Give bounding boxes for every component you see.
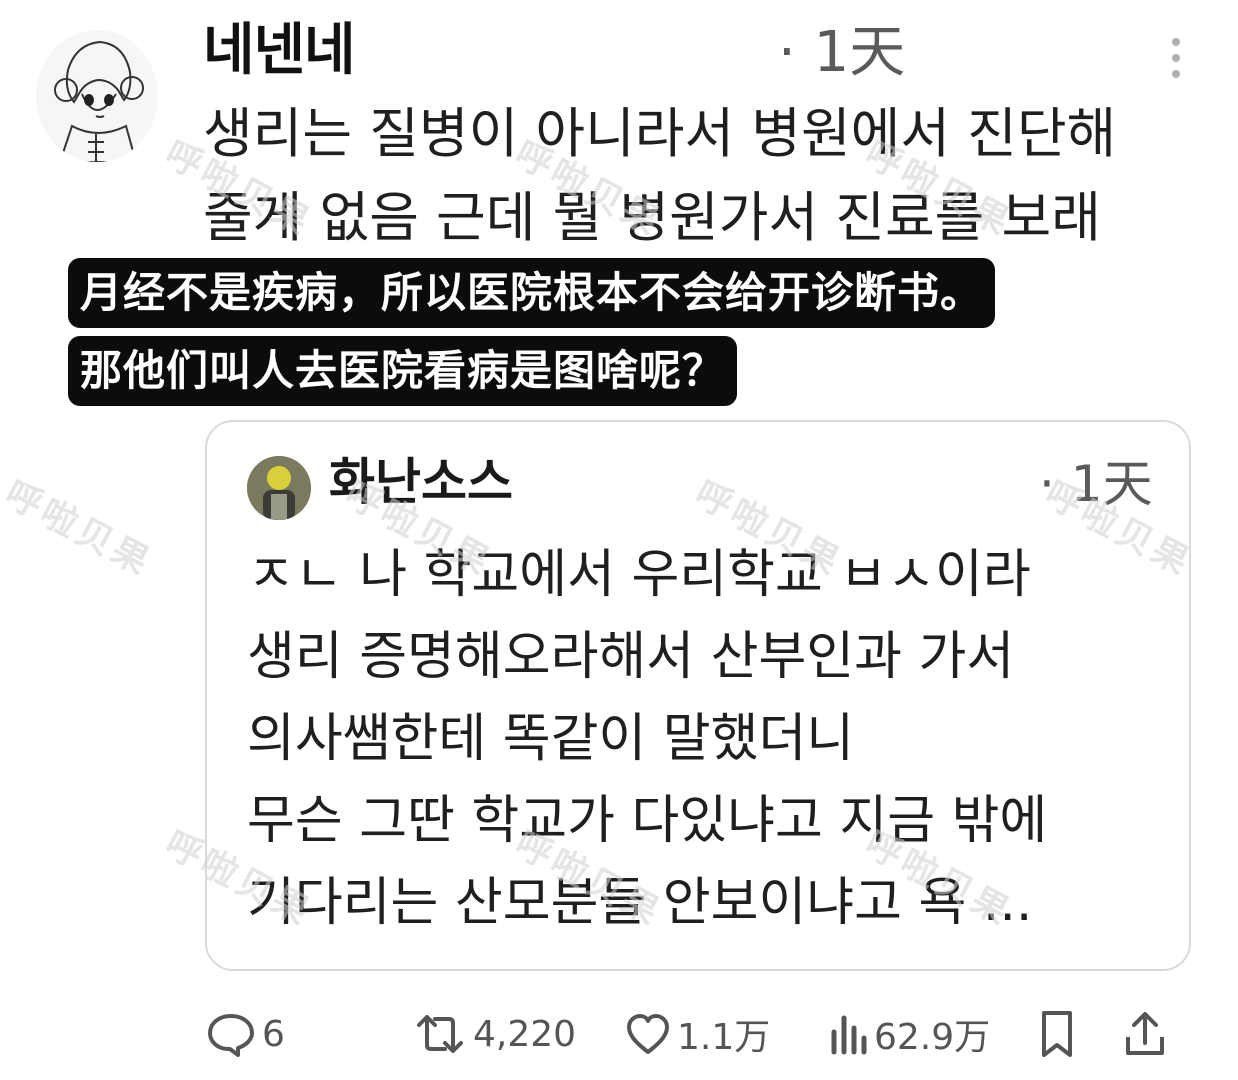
bar-chart-icon <box>831 1015 867 1055</box>
bookmark-button[interactable] <box>1038 1004 1076 1064</box>
share-icon <box>1126 1012 1164 1055</box>
like-button[interactable]: 1.1万 <box>625 1004 770 1064</box>
quoted-avatar-photo <box>247 456 311 520</box>
retweet-icon <box>417 1015 463 1053</box>
quoted-tweet-card[interactable]: 화난소스 · 1天 ㅈㄴ 나 학교에서 우리학교 ㅂㅅ이라 생리 증명해오라해서… <box>205 420 1191 971</box>
views-button[interactable]: 62.9万 <box>828 1004 990 1064</box>
quoted-text-line: 기다리는 산모분들 안보이냐고 욕 ... <box>247 873 1033 933</box>
post-time[interactable]: · 1天 <box>778 22 905 84</box>
author-avatar[interactable] <box>36 30 158 162</box>
translation-caption-line: 那他们叫人去医院看病是图啥呢？ <box>68 336 738 406</box>
heart-icon <box>627 1014 669 1054</box>
quoted-author-name[interactable]: 화난소스 <box>329 452 513 512</box>
quoted-tweet-text: ㅈㄴ 나 학교에서 우리학교 ㅂㅅ이라 생리 증명해오라해서 산부인과 가서 의… <box>247 534 1167 944</box>
author-name[interactable]: 네넨네 <box>203 20 356 82</box>
more-vertical-icon[interactable] <box>1164 34 1188 82</box>
quoted-post-time[interactable]: · 1天 <box>1039 454 1153 514</box>
tweet-text: 생리는 질병이 아니라서 병원에서 진단해 줄게 없음 근데 뭘 병원가서 진료… <box>203 92 1223 260</box>
retweet-count: 4,220 <box>473 1013 577 1055</box>
tweet-text-line: 생리는 질병이 아니라서 병원에서 진단해 <box>203 102 1117 165</box>
retweet-button[interactable]: 4,220 <box>413 1004 576 1064</box>
quoted-author-avatar[interactable] <box>247 456 311 520</box>
avatar-illustration <box>54 40 144 162</box>
reply-button[interactable]: 6 <box>206 1004 285 1064</box>
translation-caption-line: 月经不是疾病，所以医院根本不会给开诊断书。 <box>68 258 996 328</box>
quoted-text-line: 생리 증명해오라해서 산부인과 가서 <box>247 627 1015 687</box>
quoted-text-line: 무슨 그딴 학교가 다있냐고 지금 밖에 <box>247 791 1048 851</box>
quoted-text-line: ㅈㄴ 나 학교에서 우리학교 ㅂㅅ이라 <box>247 545 1031 605</box>
share-button[interactable] <box>1122 1004 1168 1064</box>
tweet-text-line: 줄게 없음 근데 뭘 병원가서 진료를 보래 <box>203 186 1101 249</box>
quoted-text-line: 의사쌤한테 똑같이 말했더니 <box>247 709 855 769</box>
speech-bubble-icon <box>208 1014 254 1057</box>
reply-count: 6 <box>262 1013 285 1055</box>
watermark: 呼啦贝果 <box>0 473 159 585</box>
bookmark-icon <box>1042 1011 1072 1057</box>
action-bar: 6 4,220 1.1万 62.9万 <box>0 1000 1238 1070</box>
views-count: 62.9万 <box>874 1017 991 1058</box>
like-count: 1.1万 <box>677 1017 771 1058</box>
